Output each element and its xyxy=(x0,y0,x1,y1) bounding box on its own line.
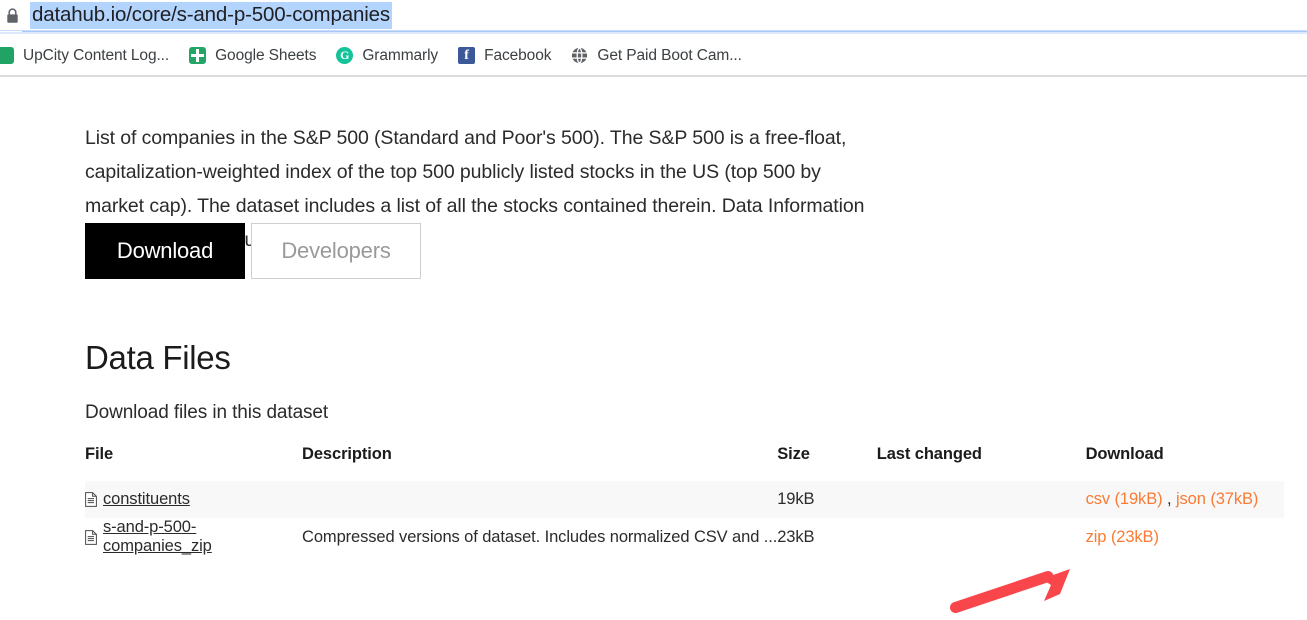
cell-size: 19kB xyxy=(777,481,877,518)
table-header: File Description Size Last changed Downl… xyxy=(85,445,1284,481)
table-header-row: File Description Size Last changed Downl… xyxy=(85,445,1284,481)
lock-icon[interactable] xyxy=(5,7,19,24)
file-link[interactable]: constituents xyxy=(103,490,190,509)
action-button-row: Download Developers xyxy=(85,223,421,279)
download-link-zip[interactable]: zip (23kB) xyxy=(1086,528,1159,546)
column-header-download: Download xyxy=(1085,445,1164,463)
google-sheets-icon xyxy=(189,47,207,64)
column-header-file: File xyxy=(85,445,114,463)
page-content: List of companies in the S&P 500 (Standa… xyxy=(0,77,1307,620)
download-link-separator: , xyxy=(1162,490,1176,508)
bookmark-upcity[interactable]: UpCity Content Log... xyxy=(0,42,172,70)
file-link[interactable]: s-and-p-500-companies_zip xyxy=(103,518,302,556)
cell-last-changed xyxy=(876,481,1086,518)
table-row: constituents 19kB csv (19kB) , json (37k… xyxy=(85,481,1284,518)
cell-description xyxy=(302,481,778,518)
bookmark-grammarly[interactable]: G Grammarly xyxy=(333,42,441,70)
bookmarks-bar: UpCity Content Log... Google Sheets G Gr… xyxy=(0,36,1307,75)
omnibox-underline xyxy=(0,30,1307,34)
grammarly-icon: G xyxy=(336,47,354,64)
file-document-icon xyxy=(85,492,97,507)
data-files-heading: Data Files xyxy=(85,339,231,376)
data-files-table: File Description Size Last changed Downl… xyxy=(85,445,1284,556)
url-text[interactable]: datahub.io/core/s-and-p-500-companies xyxy=(30,2,392,29)
data-files-subtitle: Download files in this dataset xyxy=(85,402,329,423)
developers-button[interactable]: Developers xyxy=(251,223,421,279)
bookmark-label: Grammarly xyxy=(362,47,439,64)
cell-last-changed xyxy=(876,518,1086,556)
bookmark-label: Get Paid Boot Cam... xyxy=(597,47,742,64)
column-header-last-changed: Last changed xyxy=(876,445,982,463)
bookmark-google-sheets[interactable]: Google Sheets xyxy=(186,42,319,70)
upcity-icon xyxy=(0,47,14,64)
bookmark-label: Google Sheets xyxy=(215,47,317,64)
cell-size: 23kB xyxy=(777,518,877,556)
browser-chrome: datahub.io/core/s-and-p-500-companies Up… xyxy=(0,0,1307,77)
bookmark-label: UpCity Content Log... xyxy=(23,47,170,64)
cell-file: s-and-p-500-companies_zip xyxy=(85,518,303,556)
bookmark-get-paid-boot-camp[interactable]: Get Paid Boot Cam... xyxy=(568,42,744,70)
omnibox-underline-bottom xyxy=(0,32,1307,34)
omnibox[interactable]: datahub.io/core/s-and-p-500-companies xyxy=(0,0,1307,31)
cell-description: Compressed versions of dataset. Includes… xyxy=(302,518,778,556)
red-arrow-annotation xyxy=(950,569,1070,613)
table-body: constituents 19kB csv (19kB) , json (37k… xyxy=(85,481,1284,556)
download-button[interactable]: Download xyxy=(85,223,245,279)
column-header-size: Size xyxy=(777,445,810,463)
table-row: s-and-p-500-companies_zip Compressed ver… xyxy=(85,518,1284,556)
download-link-json[interactable]: json (37kB) xyxy=(1176,490,1258,508)
cell-file: constituents xyxy=(85,481,303,518)
globe-icon xyxy=(571,47,588,64)
download-link-csv[interactable]: csv (19kB) xyxy=(1086,490,1163,508)
cell-download: zip (23kB) xyxy=(1085,518,1284,556)
bookmark-facebook[interactable]: f Facebook xyxy=(455,42,554,70)
bookmark-label: Facebook xyxy=(484,47,552,64)
file-document-icon xyxy=(85,529,97,545)
cell-download: csv (19kB) , json (37kB) xyxy=(1085,481,1284,518)
facebook-icon: f xyxy=(458,47,476,64)
column-header-description: Description xyxy=(302,445,392,463)
